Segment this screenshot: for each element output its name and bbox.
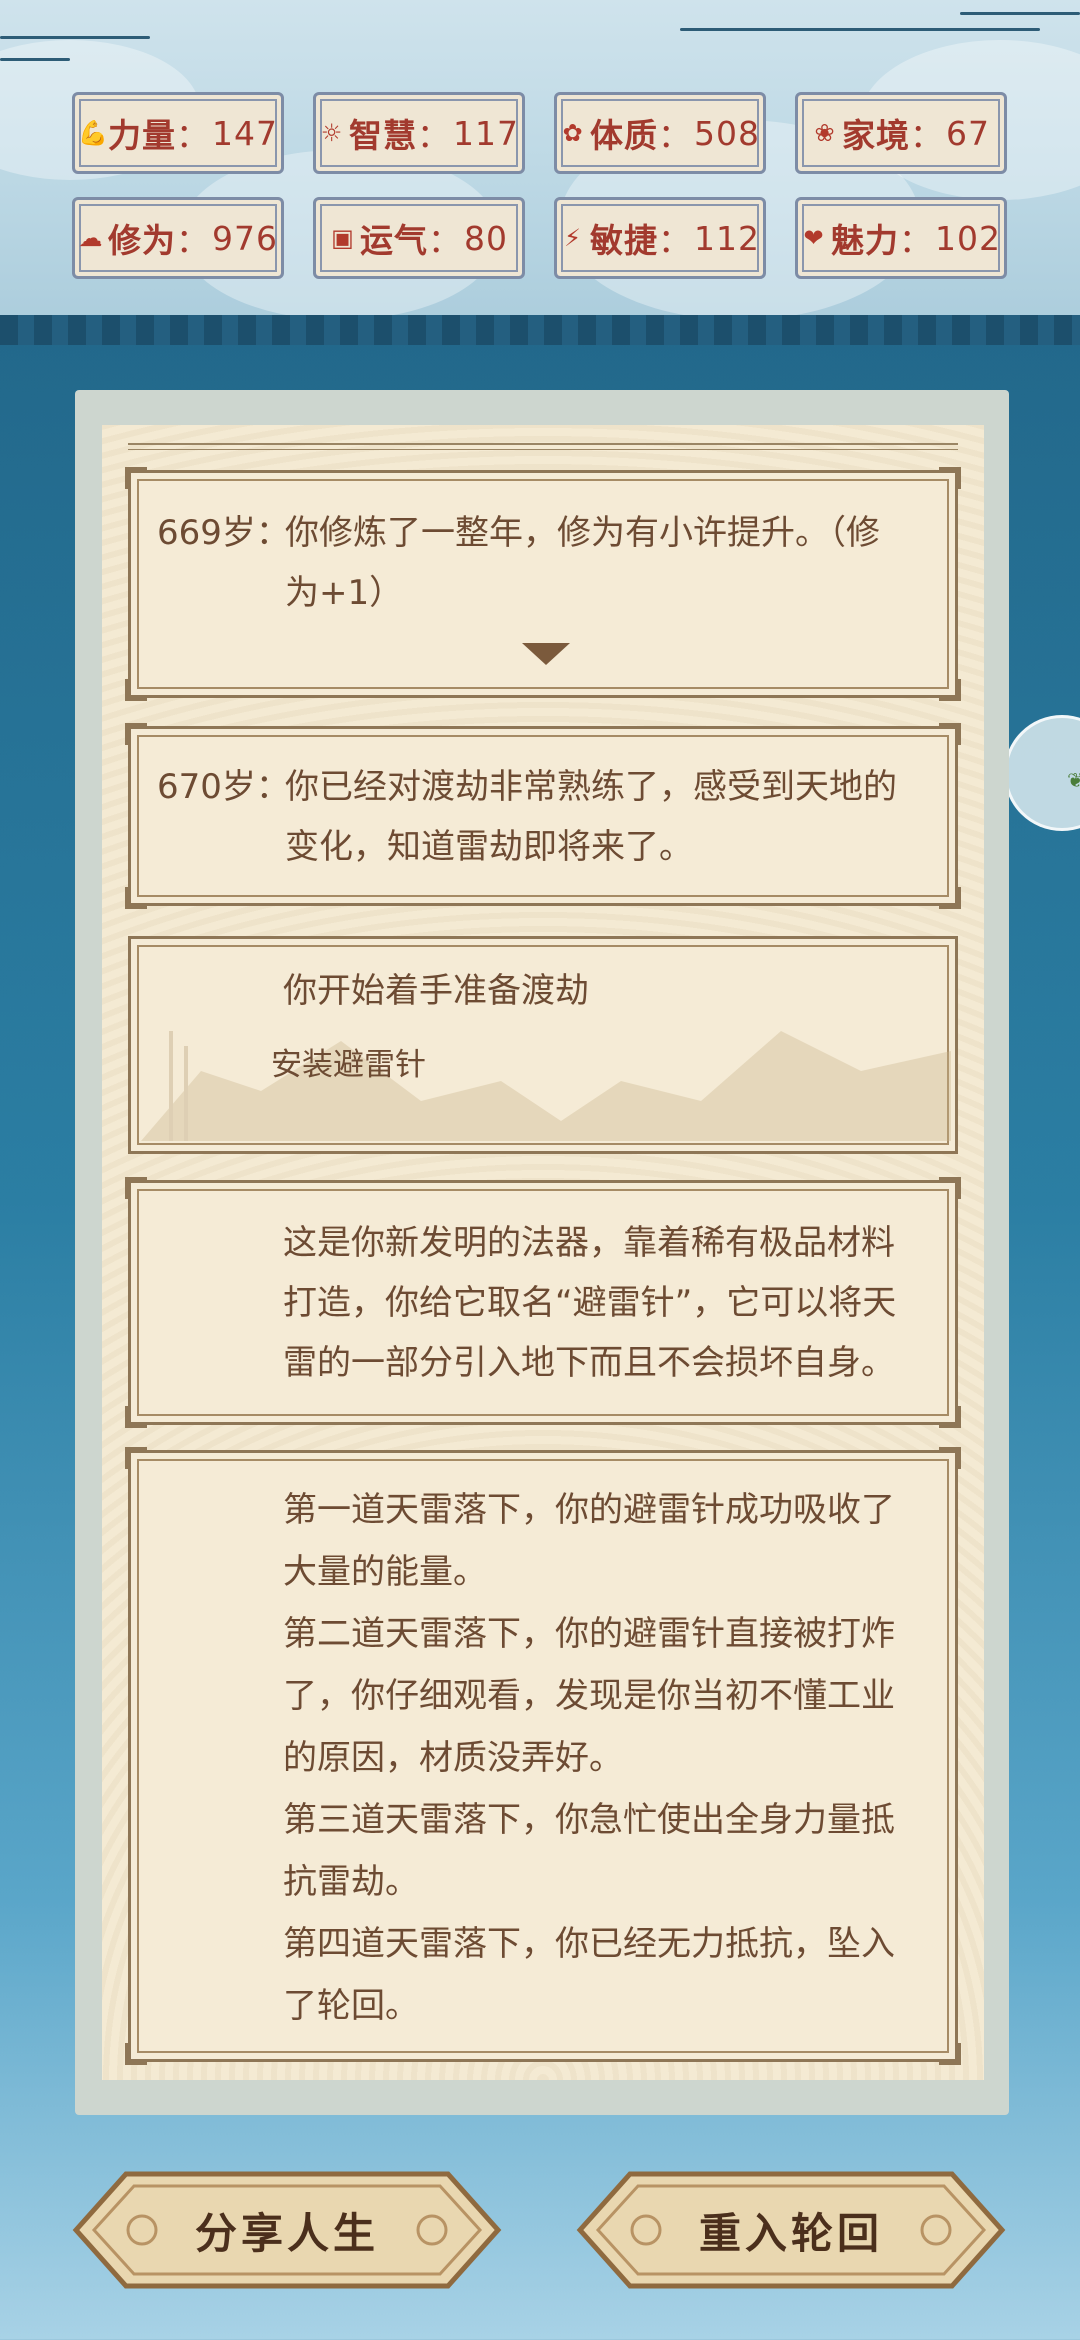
stat-8: ❤ 魅力： 102 [795,197,1007,279]
outcome-line: 第一道天雷落下，你的避雷针成功吸收了 [283,1490,895,1530]
corner-ornament [939,2043,961,2065]
outcome-line: 第四道天雷落下，你已经无力抵抗，坠入 [283,1924,895,1964]
mountain-landscape-illustration [141,1031,951,1141]
stat-value: 976 [212,218,278,258]
stat-separator: ： [176,116,210,155]
choice-card[interactable]: 你开始着手准备渡劫 安装避雷针 [128,936,958,1154]
home-icon: ❀ [814,119,836,147]
stat-label: 力量 [108,116,176,155]
corner-ornament [125,1406,147,1428]
stat-6: ▣ 运气： 80 [313,197,525,279]
stat-value: 112 [694,218,760,258]
corner-ornament [125,1447,147,1469]
divider [128,449,958,450]
share-life-label: 分享人生 [194,2208,379,2258]
reincarnate-label: 重入轮回 [698,2208,883,2258]
stat-value: 67 [946,113,990,153]
outcome-line: 了，你仔细观看，发现是你当初不懂工业 [283,1676,895,1716]
stat-label: 智慧 [349,116,417,155]
outcome-line: 抗雷劫。 [283,1862,419,1902]
lightning-icon: ⚡ [564,224,582,252]
description-card: 这是你新发明的法器，靠着稀有极品材料 打造，你给它取名“避雷针”，它可以将天 雷… [125,1177,961,1428]
event-text: 你已经对渡劫非常熟练了，感受到天地的 变化，知道雷劫即将来了。 [285,757,929,877]
choice-title: 你开始着手准备渡劫 [283,971,589,1011]
stat-value: 117 [453,113,519,153]
stat-value: 508 [694,113,760,153]
outcome-line: 第三道天雷落下，你急忙使出全身力量抵 [283,1800,895,1840]
stat-value: 147 [212,113,278,153]
outcome-card: 第一道天雷落下，你的避雷针成功吸收了 大量的能量。 第二道天雷落下，你的避雷针直… [125,1447,961,2065]
event-card[interactable]: 669岁： 你修炼了一整年，修为有小许提升。（修 为+1） [125,467,961,701]
stat-value: 80 [464,218,508,258]
stat-label: 魅力 [831,221,899,260]
stat-label: 修为 [108,221,176,260]
stat-label: 家境 [842,116,910,155]
corner-ornament [125,679,147,701]
corner-ornament [939,887,961,909]
stat-3: ✿ 体质： 508 [554,92,766,174]
muscle-icon: 💪 [78,119,109,147]
stat-separator: ： [176,221,210,260]
description-line: 这是你新发明的法器，靠着稀有极品材料 [283,1223,895,1263]
outcome-text: 第一道天雷落下，你的避雷针成功吸收了 大量的能量。 第二道天雷落下，你的避雷针直… [283,1479,895,2037]
corner-ornament [939,679,961,701]
event-text: 你修炼了一整年，修为有小许提升。（修 为+1） [285,503,929,623]
stat-label: 敏捷 [590,221,658,260]
event-line: 变化，知道雷劫即将来了。 [285,827,693,867]
corner-ornament [939,1406,961,1428]
outcome-line: 大量的能量。 [283,1552,487,1592]
cloud-icon: ☁ [78,224,104,252]
stat-separator: ： [910,116,944,155]
corner-ornament [125,1177,147,1199]
corner-ornament [125,887,147,909]
corner-ornament [939,939,955,955]
event-age: 670岁： [157,767,290,807]
share-life-button[interactable]: 分享人生 [72,2170,502,2290]
corner-ornament [939,1447,961,1469]
corner-ornament [125,467,147,489]
event-card[interactable]: 670岁： 你已经对渡劫非常熟练了，感受到天地的 变化，知道雷劫即将来了。 [125,723,961,909]
body-icon: ✿ [562,119,584,147]
event-row: 669岁： 你修炼了一整年，修为有小许提升。（修 为+1） [157,503,929,623]
outcome-line: 了轮回。 [283,1986,419,2026]
reincarnate-button[interactable]: 重入轮回 [576,2170,1006,2290]
event-age: 669岁： [157,513,290,553]
bulb-icon: ☼ [320,119,344,147]
stat-5: ☁ 修为： 976 [72,197,284,279]
stat-2: ☼ 智慧： 117 [313,92,525,174]
stat-value: 102 [935,218,1001,258]
stat-separator: ： [899,221,933,260]
expand-arrow-icon[interactable] [522,643,570,665]
floating-assistant-button[interactable]: ❦ [1004,715,1080,831]
stat-separator: ： [658,116,692,155]
corner-ornament [939,723,961,745]
corner-ornament [939,467,961,489]
corner-ornament [131,939,147,955]
outcome-line: 的原因，材质没弄好。 [283,1738,623,1778]
luck-icon: ▣ [331,224,355,252]
choice-option[interactable]: 安装避雷针 [271,1035,426,1095]
description-text: 这是你新发明的法器，靠着稀有极品材料 打造，你给它取名“避雷针”，它可以将天 雷… [283,1213,896,1393]
stat-separator: ： [428,221,462,260]
corner-ornament [125,2043,147,2065]
event-line: 你已经对渡劫非常熟练了，感受到天地的 [285,767,897,807]
stat-label: 体质 [590,116,658,155]
event-line: 为+1） [285,573,404,613]
corner-ornament [125,723,147,745]
description-line: 雷的一部分引入地下而且不会损坏自身。 [283,1343,895,1383]
description-line: 打造，你给它取名“避雷针”，它可以将天 [283,1283,897,1323]
stat-label: 运气 [360,221,428,260]
corner-ornament [939,1177,961,1199]
leaf-icon: ❦ [1067,768,1080,792]
divider [128,443,958,445]
stat-7: ⚡ 敏捷： 112 [554,197,766,279]
event-line: 你修炼了一整年，修为有小许提升。（修 [285,513,880,553]
stat-1: 💪 力量： 147 [72,92,284,174]
stat-4: ❀ 家境： 67 [795,92,1007,174]
heart-icon: ❤ [803,224,825,252]
stat-separator: ： [417,116,451,155]
event-row: 670岁： 你已经对渡劫非常熟练了，感受到天地的 变化，知道雷劫即将来了。 [157,757,929,877]
stat-separator: ： [658,221,692,260]
outcome-line: 第二道天雷落下，你的避雷针直接被打炸 [283,1614,895,1654]
